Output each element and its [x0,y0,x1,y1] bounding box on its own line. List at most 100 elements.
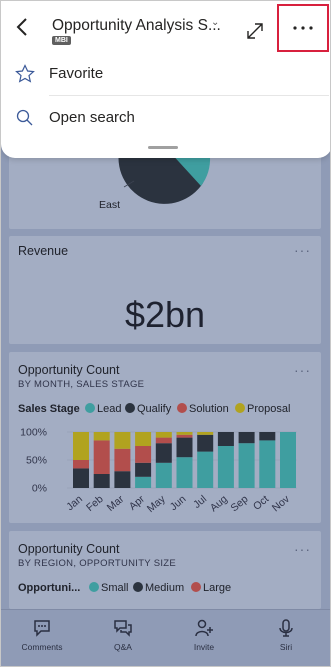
more-dots-icon [293,26,313,30]
bar-segment-lead [259,440,276,488]
tab-siri[interactable]: Siri [251,618,321,652]
revenue-value: $2bn [124,294,206,335]
stacked-bar-chart: 100% 50% 0% Jan Feb Mar AprMay Jun JulAugSep OctN… [20,427,297,515]
legend-title: Sales Stage [18,403,80,415]
legend-item-large: Large [191,582,231,594]
bar-segment-qualify [135,462,152,477]
app-screen: East Revenue ··· $2bn Opportunity Count … [0,0,331,667]
bar-segment-proposal [135,432,152,446]
more-options-button[interactable] [277,4,329,52]
bar-segment-solution [176,434,193,438]
expand-icon [247,23,263,39]
x-tick-label: Jun [168,493,189,513]
menu-item-label: Favorite [49,65,104,82]
bar-segment-qualify [73,468,89,488]
header-bar: Opportunity Analysis S... ⌄ MBI [1,1,330,52]
x-tick-label: Jan [64,493,85,513]
expand-button[interactable] [245,21,265,41]
invite-icon [195,619,213,637]
tile-title: Revenue [18,244,69,258]
x-tick-label: May [145,493,168,515]
bar-segment-proposal [93,432,110,441]
bar-segment-solution [93,440,110,474]
legend-item-solution: Solution [177,403,229,415]
sheet-grab-handle[interactable] [148,146,178,149]
star-icon [15,64,35,83]
legend-dot [85,403,95,413]
bar-segment-qualify [238,432,255,444]
chevron-down-icon[interactable]: ⌄ [211,17,219,28]
legend-item-lead: Lead [85,403,121,415]
bar-segment-lead [280,432,296,488]
x-tick-label: Jul [191,493,209,511]
bar-segment-proposal [155,432,172,438]
x-tick-label: Oct [251,493,271,513]
bar-segment-qualify [197,434,214,452]
options-sheet: Opportunity Analysis S... ⌄ MBI Favorite… [1,1,330,158]
qna-icon [114,620,132,637]
bar-segment-proposal [176,432,193,435]
bar-segment-lead [176,457,193,488]
legend-item-medium: Medium [133,582,184,594]
bar-segment-qualify [93,474,110,488]
y-tick-label: 50% [26,455,47,467]
tile-more-icon[interactable]: ··· [294,541,311,557]
bar-segment-solution [155,437,172,444]
bar-segment-proposal [197,432,214,435]
menu-item-favorite[interactable]: Favorite [1,52,330,96]
legend-item-proposal: Proposal [235,403,290,415]
bar-segment-proposal [73,432,89,460]
tab-comments[interactable]: Comments [7,618,77,652]
tile-more-icon[interactable]: ··· [294,362,311,378]
tab-label: Q&A [114,642,132,652]
opportunity-month-tile[interactable]: Opportunity Count BY MONTH, SALES STAGE … [9,352,321,523]
pie-chart [118,151,211,204]
bar-segment-qualify [155,443,172,463]
tab-label: Siri [279,642,293,652]
bar-segment-solution [114,448,131,472]
y-tick-label: 0% [32,483,47,495]
tile-subtitle: BY REGION, OPPORTUNITY SIZE [18,558,177,569]
bar-segment-solution [135,446,152,463]
y-tick-label: 100% [20,427,47,439]
bar-segment-qualify [217,432,234,446]
bottom-tab-bar: Comments Q&A Invite Siri [1,609,330,666]
legend-dot [125,403,135,413]
tab-label: Comments [21,642,63,652]
pie-tile[interactable]: East [9,151,321,229]
tile-title: Opportunity Count [18,363,120,377]
bar-segment-lead [135,476,152,488]
bar-segment-qualify [259,432,276,441]
chevron-left-icon [16,18,27,36]
menu-item-label: Open search [49,109,135,126]
back-button[interactable] [11,15,35,39]
tab-invite[interactable]: Invite [169,618,239,652]
comments-icon [34,620,50,637]
legend-dot [191,582,201,592]
page-title[interactable]: Opportunity Analysis S... [52,17,221,35]
legend-dot [133,582,143,592]
legend-dot [177,403,187,413]
workspace-badge: MBI [52,36,71,45]
bar-segment-lead [197,451,214,488]
revenue-tile[interactable]: Revenue ··· $2bn [9,236,321,344]
menu-item-open-search[interactable]: Open search [1,96,330,140]
opportunity-region-tile[interactable]: Opportunity Count BY REGION, OPPORTUNITY… [9,531,321,609]
microphone-icon [279,619,293,637]
tab-qna[interactable]: Q&A [88,618,158,652]
pie-label-east: East [99,199,121,211]
bar-segment-lead [155,462,172,488]
x-tick-label: Apr [127,493,148,513]
x-tick-label: Feb [84,493,106,514]
tile-more-icon[interactable]: ··· [294,242,311,258]
legend-dot [235,403,245,413]
bar-segment-proposal [114,432,131,449]
bar-segment-qualify [114,471,131,488]
legend-dot [89,582,99,592]
search-icon [16,109,33,126]
tile-subtitle: BY MONTH, SALES STAGE [18,379,145,390]
legend-item-small: Small [89,582,129,594]
x-tick-label: Nov [270,493,293,515]
bar-segment-qualify [176,437,193,458]
x-tick-label: Aug [208,493,230,514]
